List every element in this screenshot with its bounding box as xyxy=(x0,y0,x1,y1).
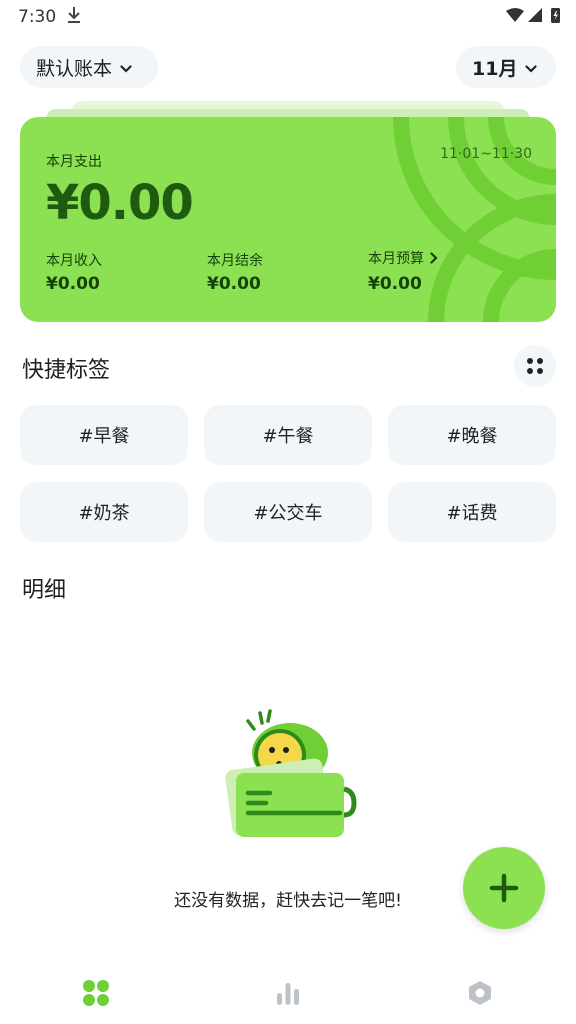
summary-card[interactable]: 本月支出 11·01~11·30 ¥0.00 本月收入 ¥0.00 本月结余 ¥… xyxy=(20,117,556,322)
nav-settings[interactable] xyxy=(460,975,500,1011)
income-label: 本月收入 xyxy=(46,253,102,269)
tags-manage-button[interactable] xyxy=(514,345,556,387)
book-label: 默认账本 xyxy=(36,57,113,80)
wifi-icon xyxy=(506,8,524,22)
signal-icon xyxy=(528,8,542,22)
tag-dinner[interactable]: #晚餐 xyxy=(388,405,556,465)
status-icons xyxy=(504,6,564,30)
expense-label: 本月支出 xyxy=(46,154,102,170)
book-selector[interactable]: 默认账本 xyxy=(20,46,158,88)
dots-grid-icon xyxy=(527,358,543,374)
month-label: 11月 xyxy=(472,57,518,80)
chevron-down-icon xyxy=(525,56,538,78)
details-title: 明细 xyxy=(22,578,67,603)
budget-value: ¥0.00 xyxy=(368,274,422,294)
balance-label: 本月结余 xyxy=(207,253,263,269)
bar-chart-icon xyxy=(277,983,299,1005)
empty-state-illustration xyxy=(225,709,357,837)
nav-statistics[interactable] xyxy=(268,975,308,1011)
tag-phone-bill[interactable]: #话费 xyxy=(388,482,556,542)
income-value: ¥0.00 xyxy=(46,274,100,294)
expense-value: ¥0.00 xyxy=(46,175,194,231)
budget-label: 本月预算 xyxy=(368,251,424,267)
tag-bus[interactable]: #公交车 xyxy=(204,482,372,542)
status-bar: 7:30 xyxy=(0,0,576,34)
date-range: 11·01~11·30 xyxy=(440,146,532,162)
download-icon xyxy=(66,4,82,30)
grid-dots-icon xyxy=(83,980,109,1006)
add-record-button[interactable] xyxy=(463,847,545,929)
plus-icon xyxy=(489,873,519,903)
tag-breakfast[interactable]: #早餐 xyxy=(20,405,188,465)
balance-value: ¥0.00 xyxy=(207,274,261,294)
month-selector[interactable]: 11月 xyxy=(456,46,556,88)
tag-lunch[interactable]: #午餐 xyxy=(204,405,372,465)
chevron-down-icon xyxy=(120,56,132,78)
hexagon-settings-icon xyxy=(469,981,491,1005)
status-time: 7:30 xyxy=(18,7,57,27)
budget-link[interactable]: 本月预算 xyxy=(368,248,438,268)
chevron-right-icon xyxy=(430,249,438,268)
nav-home[interactable] xyxy=(76,975,116,1011)
tag-milk-tea[interactable]: #奶茶 xyxy=(20,482,188,542)
quick-tags-title: 快捷标签 xyxy=(22,358,111,383)
